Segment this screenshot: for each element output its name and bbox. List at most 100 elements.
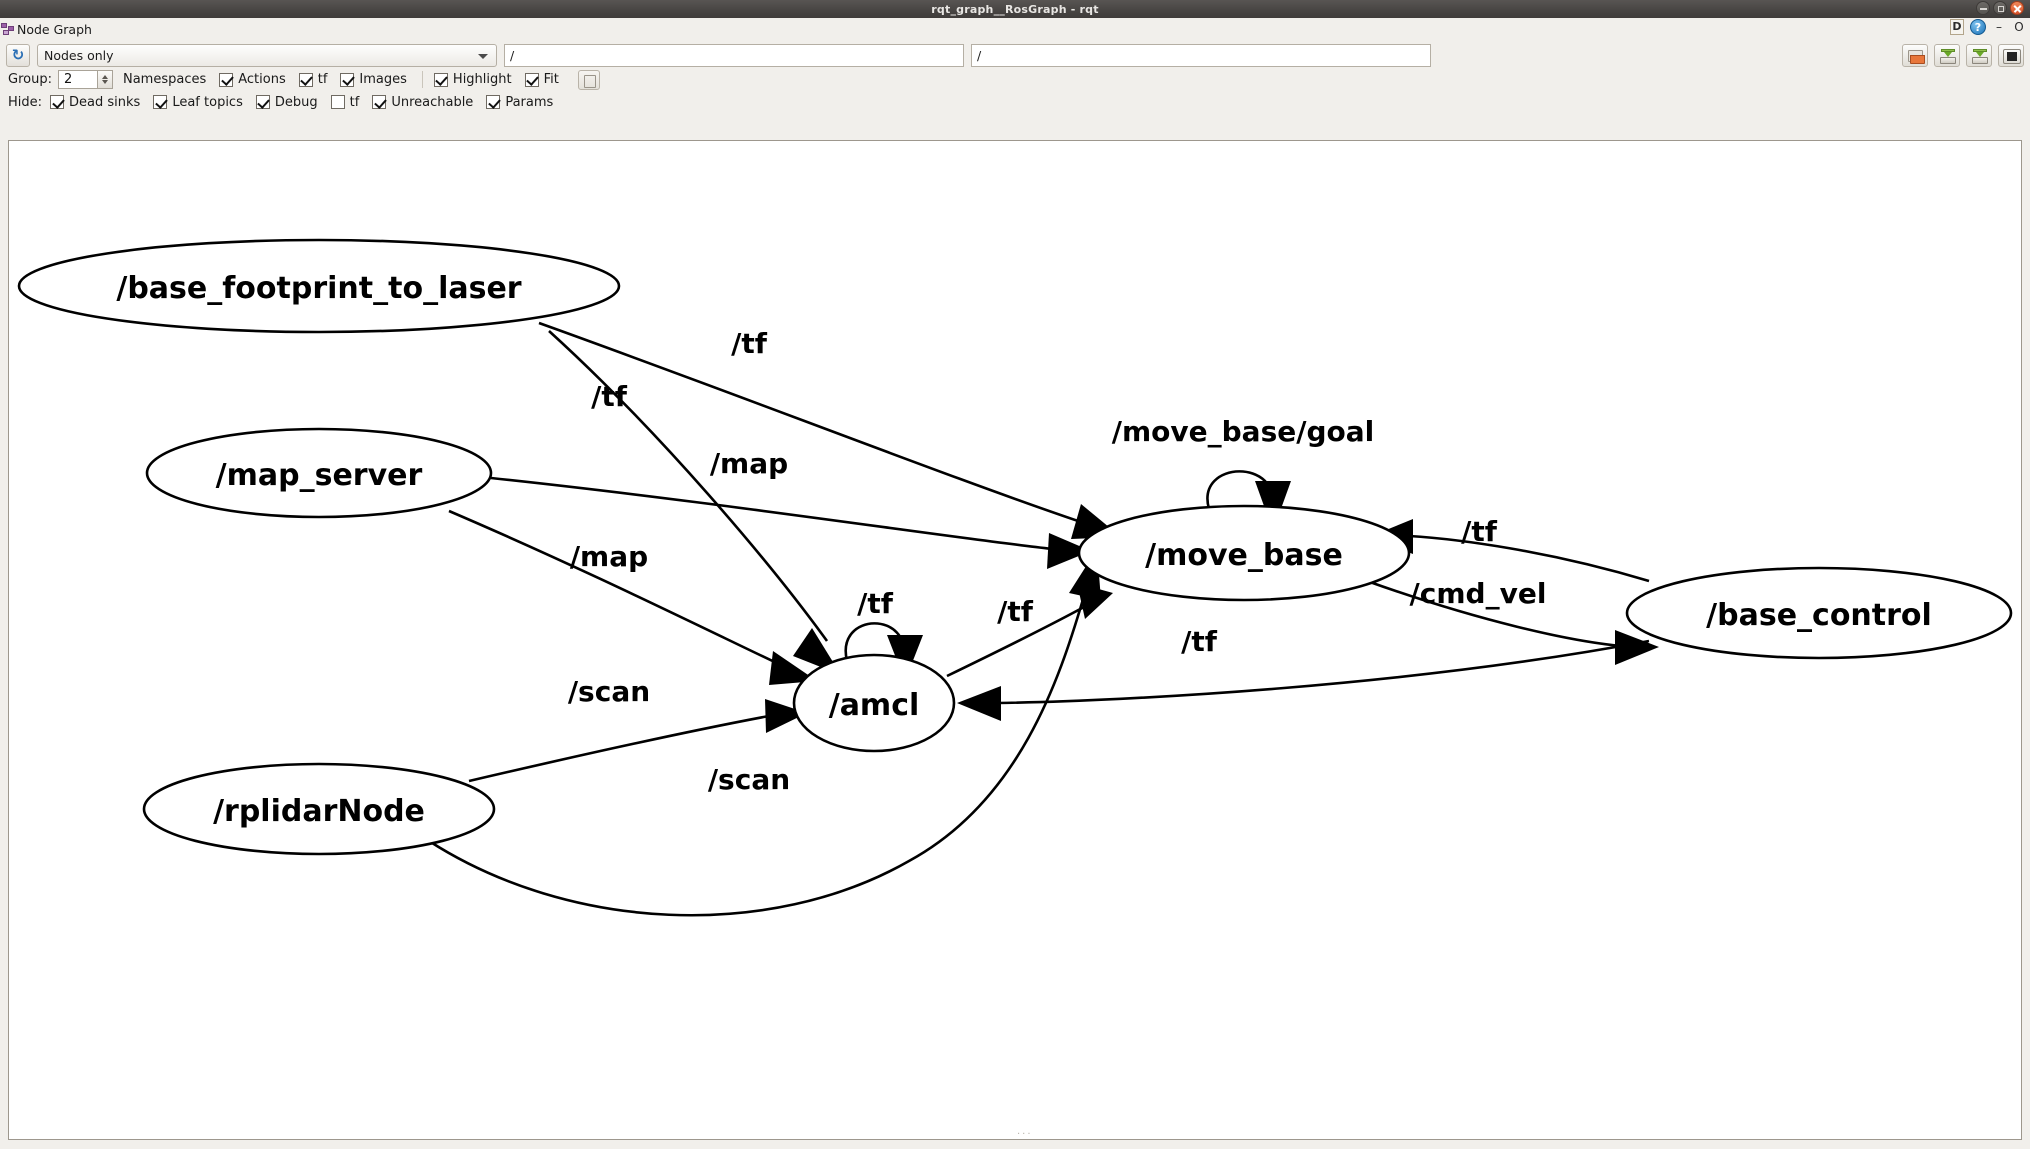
checkbox-debug[interactable]: Debug	[256, 95, 318, 110]
checkbox-debug-label: Debug	[275, 95, 318, 110]
node-base-footprint-to-laser[interactable]: /base_footprint_to_laser	[19, 240, 619, 332]
graph-toolbar-right	[1902, 44, 2024, 67]
checkbox-params-box[interactable]	[486, 95, 500, 109]
checkbox-leaf-topics-label: Leaf topics	[172, 95, 243, 110]
dock-widget-header: Node Graph D ? – O	[0, 18, 2030, 40]
node-label-move-base: /move_base	[1145, 538, 1343, 573]
checkbox-unreachable[interactable]: Unreachable	[372, 95, 473, 110]
edge-base-control-amcl[interactable]	[957, 641, 1649, 721]
checkbox-hide-tf-box[interactable]	[331, 95, 345, 109]
node-label-base-footprint-to-laser: /base_footprint_to_laser	[116, 271, 521, 306]
window-maximize-button[interactable]	[1993, 1, 2007, 15]
canvas-status-dots: ...	[1017, 1126, 1033, 1137]
checkbox-images-label: Images	[359, 72, 407, 87]
refresh-button[interactable]: ↻	[6, 44, 30, 67]
checkbox-fit[interactable]: Fit	[525, 72, 559, 87]
node-map-server[interactable]: /map_server	[147, 429, 491, 517]
graph-type-select[interactable]: Nodes only	[37, 44, 497, 67]
stepper-down-icon[interactable]	[102, 80, 108, 84]
edge-label-map-move-base: /map	[710, 447, 788, 480]
edge-label-amcl-move-base-tf: /tf	[997, 595, 1034, 628]
node-move-base[interactable]: /move_base	[1079, 506, 1409, 600]
checkbox-highlight-label: Highlight	[453, 72, 512, 87]
edge-label-tf-base-control-move-base: /tf	[1461, 515, 1498, 548]
save-dot-icon	[1940, 49, 1956, 64]
checkbox-fit-label: Fit	[544, 72, 559, 87]
window-controls	[1976, 1, 2024, 15]
checkbox-actions-label: Actions	[238, 72, 286, 87]
checkbox-dead-sinks-box[interactable]	[50, 95, 64, 109]
checkbox-tf-box[interactable]	[299, 73, 313, 87]
fit-in-view-button[interactable]	[1998, 44, 2024, 67]
node-rplidar-node[interactable]: /rplidarNode	[144, 764, 494, 854]
checkbox-tf-label: tf	[318, 72, 328, 87]
checkbox-namespaces[interactable]: Namespaces	[123, 72, 206, 87]
checkbox-highlight-box[interactable]	[434, 73, 448, 87]
checkbox-images-box[interactable]	[340, 73, 354, 87]
node-graph-icon	[1, 23, 15, 36]
dock-detach-button[interactable]: D	[1950, 19, 1964, 35]
group-spinbox[interactable]: 2	[58, 70, 98, 89]
checkbox-tf[interactable]: tf	[299, 72, 328, 87]
hide-label: Hide:	[8, 95, 42, 110]
edge-label-scan-amcl: /scan	[568, 675, 650, 708]
help-icon[interactable]: ?	[1970, 19, 1986, 35]
window-close-button[interactable]	[2010, 1, 2024, 15]
topic-filter-input[interactable]: /	[504, 44, 964, 67]
graph-type-value: Nodes only	[44, 48, 114, 63]
zoom-reset-button[interactable]	[578, 70, 600, 90]
load-dot-button[interactable]	[1902, 44, 1928, 67]
node-label-rplidar-node: /rplidarNode	[213, 794, 425, 829]
checkbox-unreachable-box[interactable]	[372, 95, 386, 109]
checkbox-actions-box[interactable]	[219, 73, 233, 87]
save-dot-button[interactable]	[1934, 44, 1960, 67]
checkbox-unreachable-label: Unreachable	[391, 95, 473, 110]
checkbox-leaf-topics[interactable]: Leaf topics	[153, 95, 243, 110]
checkbox-debug-box[interactable]	[256, 95, 270, 109]
topic-filter-value: /	[510, 48, 514, 63]
checkbox-hide-tf[interactable]: tf	[331, 95, 360, 110]
checkbox-hide-tf-label: tf	[350, 95, 360, 110]
checkbox-dead-sinks[interactable]: Dead sinks	[50, 95, 140, 110]
stepper-up-icon[interactable]	[102, 75, 108, 79]
dock-minimize-button[interactable]: –	[1992, 20, 2006, 34]
node-label-amcl: /amcl	[829, 688, 920, 723]
edge-base-footprint-to-laser-move-base[interactable]	[539, 323, 1121, 539]
checkbox-params-label: Params	[505, 95, 553, 110]
node-filter-input[interactable]: /	[971, 44, 1431, 67]
checkbox-images[interactable]: Images	[340, 72, 407, 87]
dock-title: Node Graph	[17, 22, 92, 37]
edge-label-scan-move-base: /scan	[708, 763, 790, 796]
ros-node-graph-canvas[interactable]: /tf /tf /map /map /scan /scan /tf /tf /m…	[8, 140, 2022, 1140]
edge-label-move-base-goal: /move_base/goal	[1112, 415, 1374, 448]
save-image-button[interactable]	[1966, 44, 1992, 67]
window-titlebar: rqt_graph__RosGraph - rqt	[0, 0, 2030, 18]
chevron-down-icon	[478, 54, 488, 59]
node-filter-value: /	[977, 48, 981, 63]
graph-toolbar: ↻ Nodes only / /	[0, 40, 2030, 70]
save-image-icon	[1972, 49, 1988, 64]
edge-label-tf-base-control-amcl: /tf	[1181, 625, 1218, 658]
checkbox-leaf-topics-box[interactable]	[153, 95, 167, 109]
open-folder-icon	[1908, 50, 1923, 62]
edge-base-control-move-base[interactable]	[1369, 519, 1649, 581]
edge-map-server-amcl[interactable]	[449, 511, 817, 685]
node-label-map-server: /map_server	[216, 458, 423, 493]
window-minimize-button[interactable]	[1976, 1, 1990, 15]
node-amcl[interactable]: /amcl	[794, 655, 954, 751]
checkbox-dead-sinks-label: Dead sinks	[69, 95, 140, 110]
group-spinbox-value: 2	[64, 72, 72, 87]
edge-label-tf-amcl: /tf	[591, 380, 628, 413]
checkbox-fit-box[interactable]	[525, 73, 539, 87]
node-base-control[interactable]: /base_control	[1627, 568, 2011, 658]
group-spinbox-steppers[interactable]	[98, 70, 113, 89]
fit-screen-icon	[2003, 49, 2021, 64]
edge-label-cmd-vel: /cmd_vel	[1410, 577, 1547, 610]
checkbox-namespaces-label: Namespaces	[123, 72, 206, 87]
toolbar-divider	[422, 71, 423, 88]
checkbox-highlight[interactable]: Highlight	[434, 72, 512, 87]
checkbox-params[interactable]: Params	[486, 95, 553, 110]
node-graph-svg: /tf /tf /map /map /scan /scan /tf /tf /m…	[9, 141, 2021, 1139]
dock-close-button[interactable]: O	[2012, 20, 2026, 34]
checkbox-actions[interactable]: Actions	[219, 72, 286, 87]
